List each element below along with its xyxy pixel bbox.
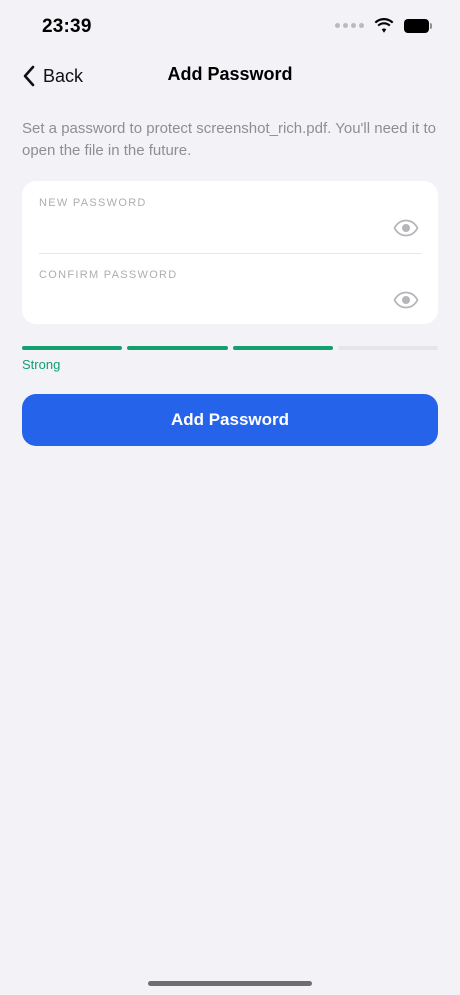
- confirm-password-field: CONFIRM PASSWORD: [22, 253, 438, 325]
- add-password-button[interactable]: Add Password: [22, 394, 438, 446]
- password-strength-meter: [22, 346, 438, 350]
- strength-segment: [22, 346, 123, 350]
- page-title: Add Password: [167, 64, 293, 84]
- eye-icon[interactable]: [393, 219, 419, 237]
- confirm-password-input[interactable]: [39, 287, 379, 315]
- status-bar: 23:39: [0, 0, 460, 54]
- strength-segment: [127, 346, 228, 350]
- battery-icon: [404, 18, 432, 33]
- wifi-icon: [374, 18, 394, 33]
- confirm-password-label: CONFIRM PASSWORD: [39, 269, 178, 281]
- eye-icon[interactable]: [393, 291, 419, 309]
- password-form-card: NEW PASSWORD CONFIRM PASSWORD: [22, 181, 438, 324]
- add-password-screen: 23:39 Back Add Password Set a password t…: [0, 0, 460, 995]
- status-indicators: [335, 18, 432, 33]
- strength-segment: [232, 346, 333, 350]
- new-password-input[interactable]: [39, 215, 379, 243]
- cellular-signal-icon: [335, 23, 364, 28]
- new-password-label: NEW PASSWORD: [39, 197, 147, 209]
- password-strength-label: Strong: [22, 357, 61, 372]
- home-indicator: [148, 981, 312, 986]
- description-text: Set a password to protect screenshot_ric…: [22, 120, 436, 159]
- new-password-field: NEW PASSWORD: [22, 181, 438, 254]
- status-time: 23:39: [42, 16, 92, 37]
- navigation-bar: Back Add Password: [0, 54, 460, 98]
- strength-segment: [337, 346, 438, 350]
